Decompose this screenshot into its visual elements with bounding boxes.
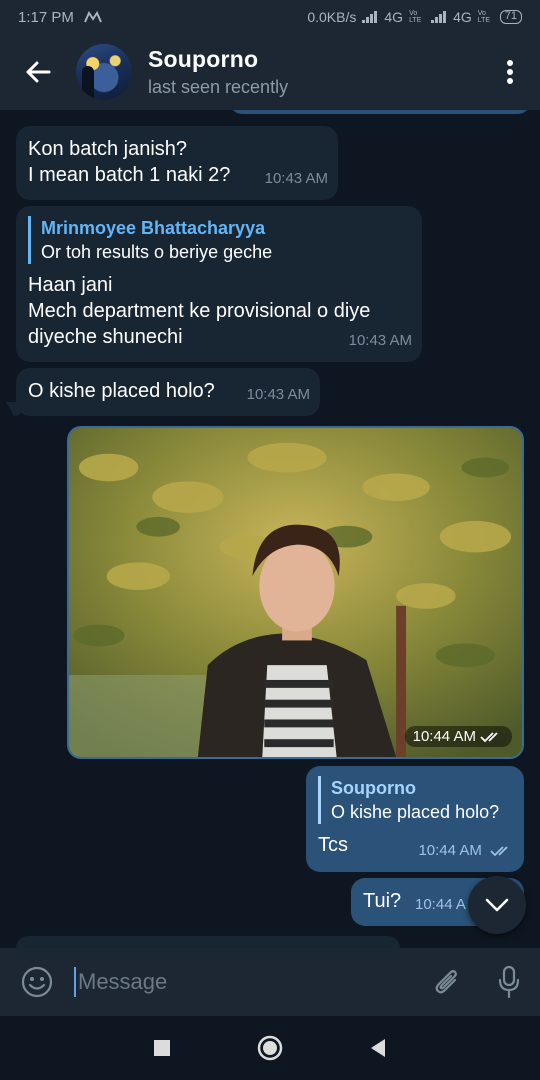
contact-name: Souporno <box>148 46 259 72</box>
attach-button[interactable] <box>416 966 478 998</box>
more-button[interactable] <box>480 34 540 110</box>
message-line: Haan jani <box>28 274 113 296</box>
back-button[interactable] <box>0 34 76 110</box>
chevron-down-icon <box>485 898 509 912</box>
message-incoming[interactable]: O kishe placed holo? 10:43 AM <box>16 368 320 416</box>
status-bar: 1:17 PM 0.0KB/s 4G Vo LTE 4G Vo LTE 71 <box>0 0 540 34</box>
battery-icon: 71 <box>499 10 522 24</box>
message-time: 10:43 AM <box>246 386 310 403</box>
mic-button[interactable] <box>478 965 540 999</box>
message-time: 10:43 AM <box>348 332 412 349</box>
reply-quote[interactable]: Mrinmoyee Bhattacharyya Or toh results o… <box>28 216 410 264</box>
previous-message-edge <box>230 110 530 114</box>
message-time: 10:44 AM <box>412 728 476 745</box>
network-speed: 0.0KB/s <box>307 9 357 25</box>
photo-time: 10:44 AM <box>404 726 512 747</box>
microphone-icon <box>498 965 520 999</box>
message-line: Kon batch janish? <box>28 138 188 160</box>
photo-message[interactable]: 10:44 AM <box>67 426 524 759</box>
message-time: 10:44 A <box>415 896 466 913</box>
emoji-icon <box>21 966 53 998</box>
network-type-2: 4G <box>453 9 472 25</box>
triangle-back-icon[interactable] <box>369 1038 387 1058</box>
volte-1: Vo LTE <box>409 10 422 24</box>
message-input-bar <box>0 948 540 1016</box>
message-line: Mech department ke provisional o diye <box>28 300 371 322</box>
reply-author: Souporno <box>331 778 416 798</box>
contact-info[interactable]: Souporno last seen recently <box>148 46 480 98</box>
square-icon[interactable] <box>153 1039 171 1057</box>
reply-text: O kishe placed holo? <box>331 802 500 822</box>
contact-status: last seen recently <box>148 77 289 97</box>
network-type-1: 4G <box>384 9 404 25</box>
paperclip-icon <box>435 970 457 994</box>
message-time: 10:43 AM <box>264 170 328 187</box>
scroll-down-button[interactable] <box>468 876 526 934</box>
message-outgoing[interactable]: Souporno O kishe placed holo? Tcs 10:44 … <box>306 766 524 872</box>
message-input[interactable] <box>74 967 416 997</box>
navigation-bar <box>0 1016 540 1080</box>
photo-image <box>69 428 522 757</box>
more-vertical-icon <box>507 60 513 84</box>
signal-icon-2 <box>431 11 447 23</box>
message-time-wrap: 10:44 AM <box>418 838 514 864</box>
status-time: 1:17 PM <box>18 8 74 26</box>
message-incoming[interactable]: Kon batch janish? I mean batch 1 naki 2?… <box>16 126 338 200</box>
reply-quote[interactable]: Souporno O kishe placed holo? <box>318 776 512 824</box>
m-logo-icon <box>83 11 102 23</box>
emoji-button[interactable] <box>0 966 74 998</box>
reply-author: Mrinmoyee Bhattacharyya <box>41 218 266 238</box>
chat-area[interactable]: Kon batch janish? I mean batch 1 naki 2?… <box>0 110 540 948</box>
message-incoming[interactable]: Mrinmoyee Bhattacharyya Or toh results o… <box>16 206 422 362</box>
chat-header: Souporno last seen recently <box>0 34 540 110</box>
next-message-edge <box>16 936 400 948</box>
double-check-icon <box>490 846 508 857</box>
double-check-icon <box>480 731 498 742</box>
signal-icon <box>362 11 378 23</box>
arrow-left-icon <box>26 61 51 83</box>
reply-text: Or toh results o beriye geche <box>41 242 273 262</box>
message-time: 10:44 AM <box>418 842 482 859</box>
avatar[interactable] <box>76 44 132 100</box>
volte-2: Vo LTE <box>477 10 491 24</box>
circle-icon[interactable] <box>257 1035 283 1061</box>
